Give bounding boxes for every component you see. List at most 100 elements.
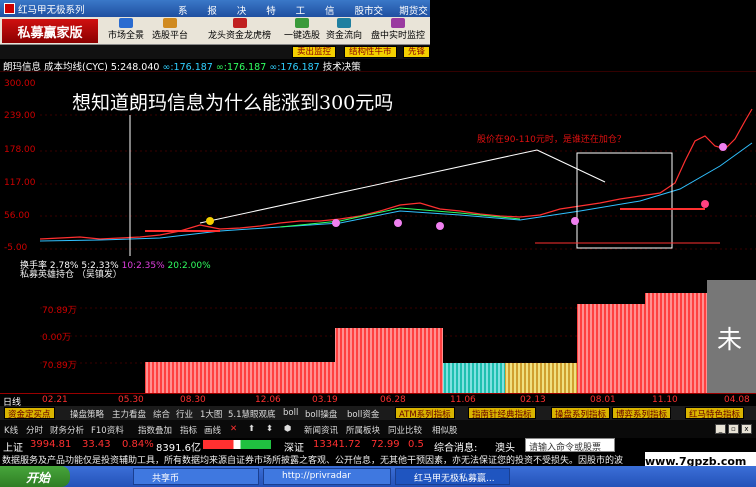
tab-boll-capital[interactable]: boll资金	[347, 408, 389, 420]
date-axis: 日线 02.21 05.30 08.30 12.06 03.19 06.28 1…	[0, 393, 756, 408]
index-ticker: 上证 3994.81 33.43 0.84% 8391.6亿 深证 13341.…	[0, 438, 756, 454]
one-click-pick-button[interactable]: 一键选股	[284, 18, 320, 41]
date-label: 03.19	[312, 395, 338, 405]
signal-marker	[701, 200, 709, 208]
tab-financials[interactable]: 财务分析	[50, 424, 84, 436]
holding-axis-label: 70.89万	[42, 361, 77, 371]
main-toolbar: 私募赢家版 市场全景 选股平台 龙头资金龙虎榜 一键选股 资金流向 盘中实时监控	[0, 17, 430, 45]
holding-bar	[577, 304, 645, 393]
tab-game-indicators[interactable]: 博弈系列指标	[612, 407, 672, 420]
price-axis-label: 117.00	[4, 178, 36, 188]
market-icon	[119, 18, 133, 28]
tab-buy-point[interactable]: 资金定买点	[4, 407, 55, 420]
date-label: 02.13	[520, 395, 546, 405]
structural-bull-button[interactable]: 结构性牛市	[344, 46, 397, 58]
tab-indicator[interactable]: 指标	[180, 424, 197, 436]
tab-bottom-finder[interactable]: 5.1慧眼观底	[228, 408, 276, 420]
monitor-icon	[391, 18, 405, 28]
taskbar-item-active[interactable]: 红马甲无极私募赢...	[395, 468, 510, 485]
price-line	[39, 108, 753, 240]
holding-chart[interactable]: 70.89万 0.00万 70.89万	[0, 278, 756, 393]
pin-icon[interactable]: ⬢	[284, 424, 291, 434]
capital-flow-button[interactable]: 资金流向	[326, 18, 362, 41]
disclaimer-scroll: 数据服务及产品功能仅是投资辅助工具，所有数据均来源自证券市场所披露之客观、公开信…	[0, 452, 645, 466]
tab-redhorse-indicators[interactable]: 红马特色指标	[685, 407, 745, 420]
taskbar-item[interactable]: 共享币	[133, 468, 259, 485]
stock-picker-button[interactable]: 选股平台	[152, 18, 188, 41]
price-axis-label: 56.00	[4, 211, 30, 221]
tab-kline[interactable]: K线	[4, 424, 18, 436]
tab-boll[interactable]: boll	[283, 408, 298, 418]
date-label: 02.21	[42, 395, 68, 405]
signal-marker	[719, 143, 727, 151]
tab-draw-line[interactable]: 画线	[204, 424, 221, 436]
tab-sector[interactable]: 所属板块	[346, 424, 380, 436]
annotation-arrow	[536, 149, 606, 183]
app-logo-icon	[4, 3, 15, 14]
sub-toolbar: 卖出监控 结构性牛市 先锋	[0, 45, 430, 59]
sh-index-change: 33.43	[82, 439, 111, 450]
date-label: 11.10	[652, 395, 678, 405]
tab-big-chart[interactable]: 1大图	[200, 408, 222, 420]
holding-bar	[645, 293, 707, 393]
date-label: 04.08	[724, 395, 750, 405]
date-label: 06.28	[380, 395, 406, 405]
tab-news[interactable]: 新闻资讯	[304, 424, 338, 436]
date-label: 12.06	[255, 395, 281, 405]
windows-taskbar: 开始 共享币 http://privradar 红马甲无极私募赢...	[0, 466, 756, 487]
tab-boll-trade[interactable]: boll操盘	[305, 408, 337, 420]
price-axis-label: 178.00	[4, 145, 36, 155]
sz-index-change: 72.99	[371, 439, 400, 450]
cursor-icon[interactable]: ⬆	[248, 424, 255, 434]
realtime-monitor-button[interactable]: 盘中实时监控	[371, 18, 425, 41]
market-overview-button[interactable]: 市场全景	[108, 18, 144, 41]
minimize-icon[interactable]: _	[715, 424, 726, 434]
holding-bar	[145, 362, 335, 393]
tab-strategy[interactable]: 操盘策略	[70, 408, 104, 420]
move-icon[interactable]: ⬍	[266, 424, 273, 434]
brand-badge: 私募赢家版	[2, 19, 98, 43]
overlay-headline: 想知道朗玛信息为什么能涨到300元吗	[72, 92, 394, 114]
tab-industry[interactable]: 行业	[176, 408, 193, 420]
dragon-icon	[232, 18, 247, 28]
tab-peer-compare[interactable]: 同业比较	[388, 424, 422, 436]
picker-icon	[163, 18, 177, 28]
close-icon[interactable]: ✕	[230, 424, 237, 434]
signal-marker	[332, 219, 340, 227]
advance-decline-bar	[203, 440, 271, 449]
pioneer-button[interactable]: 先锋	[403, 46, 430, 58]
unfinished-overlay: 未	[707, 280, 756, 393]
one-click-icon	[295, 18, 309, 28]
tab-index-overlay[interactable]: 指数叠加	[138, 424, 172, 436]
sell-monitor-button[interactable]: 卖出监控	[292, 46, 337, 58]
holding-axis-label: 0.00万	[42, 333, 72, 343]
tab-intraday[interactable]: 分时	[26, 424, 43, 436]
window-title: 红马甲无极系列	[18, 4, 85, 16]
start-button[interactable]: 开始	[0, 466, 70, 487]
dragon-tiger-button[interactable]: 龙头资金龙虎榜	[208, 18, 271, 41]
tab-composite[interactable]: 综合	[153, 408, 170, 420]
holding-bar	[443, 363, 505, 393]
tab-atm-indicators[interactable]: ATM系列指标	[395, 407, 455, 420]
price-axis-label: 300.00	[4, 79, 36, 89]
tab-compass-indicators[interactable]: 指南针经典指标	[468, 407, 536, 420]
price-axis-label: 239.00	[4, 111, 36, 121]
holding-panel-header: 私募英雄持仓 （吴镇发）	[0, 267, 756, 280]
price-chart[interactable]: 300.00 239.00 178.00 117.00 56.00 -5.00 …	[0, 70, 756, 266]
title-bar: 红马甲无极系列 系统 报价 决策 特色 工具 信息 股市交易 期货交易	[0, 0, 430, 31]
command-input[interactable]: 请输入命令或股票	[525, 438, 615, 453]
tab-similar-stock[interactable]: 相似股	[432, 424, 458, 436]
close-window-icon[interactable]: x	[741, 424, 752, 434]
holding-chart-svg	[40, 293, 756, 393]
indicator-info-bar: 朗玛信息 成本均线(CYC) 5:248.040 ∞:176.187 ∞:176…	[0, 59, 430, 73]
signal-marker	[394, 219, 402, 227]
flow-icon	[337, 18, 351, 28]
tab-trade-indicators[interactable]: 操盘系列指标	[551, 407, 611, 420]
view-tabs: K线 分时 财务分析 F10资料 指数叠加 指标 画线 ✕ ⬆ ⬍ ⬢ 新闻资讯…	[0, 420, 756, 438]
tab-main-force[interactable]: 主力看盘	[112, 408, 146, 420]
taskbar-item[interactable]: http://privradar	[263, 468, 391, 485]
sh-index-pct: 0.84%	[122, 439, 154, 450]
tab-f10[interactable]: F10资料	[91, 424, 124, 436]
signal-marker	[436, 222, 444, 230]
restore-icon[interactable]: ▫	[728, 424, 739, 434]
